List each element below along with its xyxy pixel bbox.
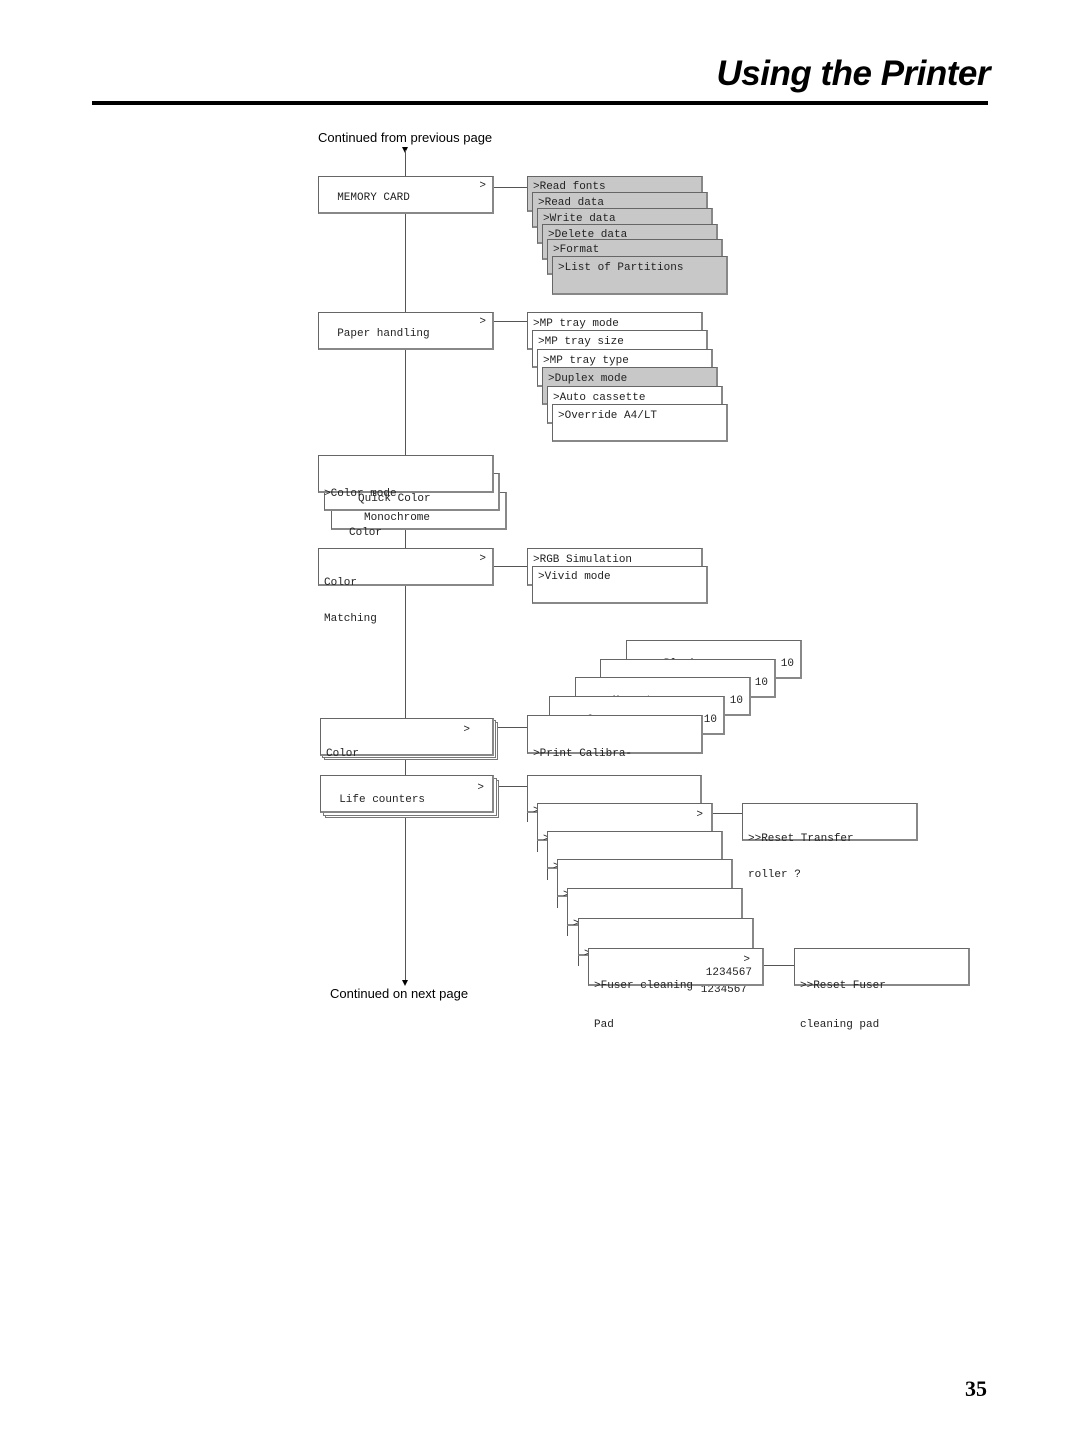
menu-color-matching[interactable]: Color Matching >	[318, 548, 494, 625]
calibration-value: 10	[729, 695, 743, 707]
header-rule	[92, 101, 988, 105]
reset-fuser-cleaning-pad[interactable]: >>Reset Fuser cleaning pad	[794, 948, 970, 1031]
connector	[499, 786, 527, 787]
counter-label: >Fuser cleaning	[594, 980, 694, 992]
menu-label: Matching	[324, 613, 377, 625]
calibration-print-label: >Print Calibra-	[533, 748, 633, 760]
menu-label: Color	[324, 577, 358, 589]
connector	[713, 813, 742, 814]
counter-label: Pad	[594, 1019, 614, 1031]
calibration-value: 10	[780, 658, 794, 670]
submenu-arrow: >	[743, 954, 750, 966]
page-title: Using the Printer	[716, 54, 991, 93]
calibration-print-page[interactable]: >Print Calibra- tion Page	[527, 715, 703, 796]
submenu-item[interactable]: >Vivid mode	[532, 566, 708, 604]
submenu-arrow: >	[479, 316, 486, 328]
connector	[498, 727, 527, 728]
reset-label: >>Reset Transfer	[748, 833, 854, 845]
menu-label: Paper handling	[337, 328, 430, 340]
reset-transfer-roller[interactable]: >>Reset Transfer roller ?	[742, 803, 918, 881]
menu-label: MEMORY CARD	[337, 192, 410, 204]
reset-label: roller ?	[748, 869, 801, 881]
submenu-item[interactable]: >List of Partitions	[552, 256, 728, 295]
submenu-arrow: >	[479, 180, 486, 192]
continued-on-caption: Continued on next page	[330, 986, 469, 1001]
menu-color-mode[interactable]: >Color mode Color	[318, 455, 494, 539]
connector	[494, 566, 527, 567]
page-number: 35	[965, 1376, 987, 1401]
color-mode-option: Color	[349, 527, 383, 539]
counter-value: 1234567	[705, 967, 752, 979]
reset-label: >>Reset Fuser	[800, 980, 886, 992]
menu-label: >Color mode	[324, 488, 397, 500]
submenu-arrow: >	[477, 782, 484, 794]
menu-label: Color	[326, 748, 360, 760]
connector	[494, 187, 527, 188]
submenu-item[interactable]: >Override A4/LT	[552, 404, 728, 442]
menu-color-calibration[interactable]: Color Calibration >	[320, 718, 494, 796]
submenu-arrow: >	[463, 724, 470, 736]
counter-item[interactable]: >Fuser cleaning Pad > 1234567	[588, 948, 764, 1031]
calibration-value: 10	[754, 677, 768, 689]
connector	[494, 321, 527, 322]
reset-label: cleaning pad	[800, 1019, 880, 1031]
menu-paper-handling[interactable]: Paper handling >	[318, 312, 494, 350]
continued-from-caption: Continued from previous page	[318, 130, 493, 145]
menu-label: Life counters	[339, 794, 426, 806]
menu-life-counters[interactable]: Life counters >	[320, 775, 494, 813]
calibration-value: 10	[703, 714, 717, 726]
submenu-arrow: >	[696, 809, 703, 821]
menu-memory-card[interactable]: MEMORY CARD >	[318, 176, 494, 214]
submenu-arrow: >	[479, 553, 486, 565]
connector	[764, 965, 794, 966]
